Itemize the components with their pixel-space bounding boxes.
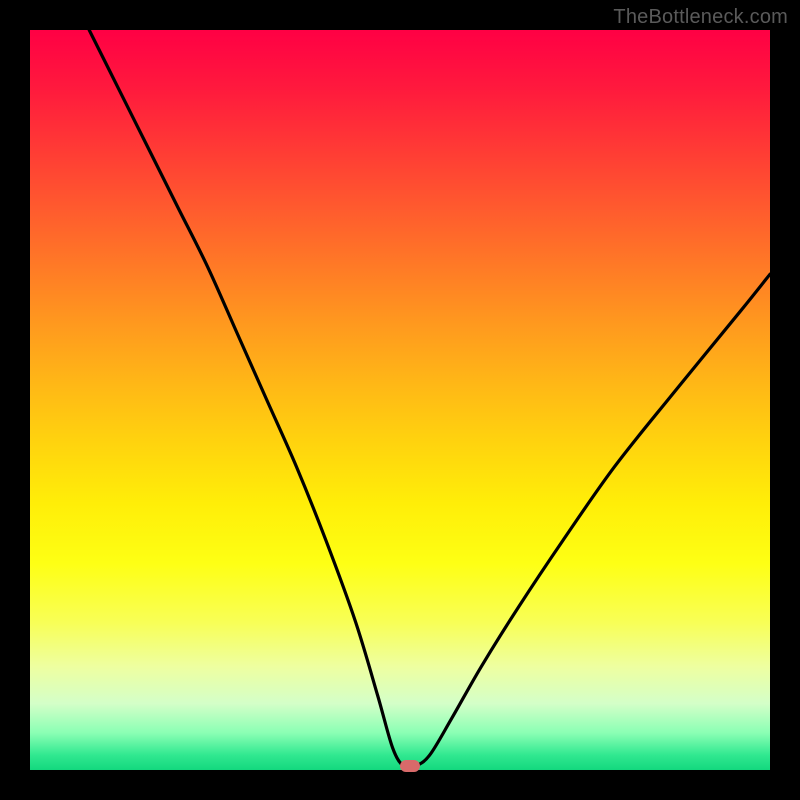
minimum-marker	[400, 760, 420, 772]
attribution-text: TheBottleneck.com	[613, 6, 788, 29]
plot-area	[30, 30, 770, 770]
bottleneck-curve	[30, 30, 770, 770]
chart-stage: TheBottleneck.com	[0, 0, 800, 800]
